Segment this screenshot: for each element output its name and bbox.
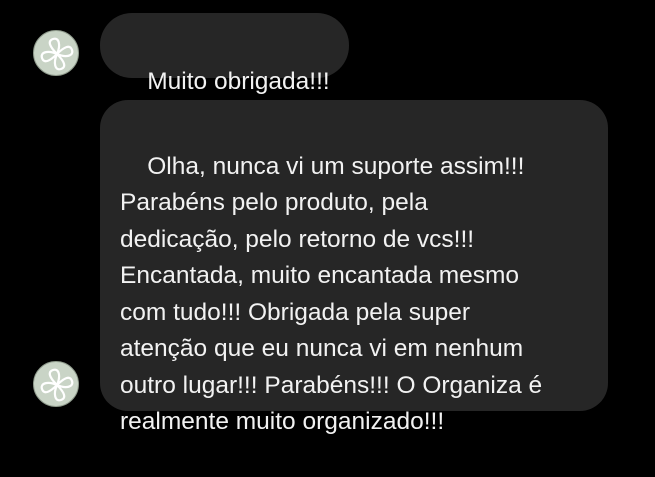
message-text: Muito obrigada!!! (147, 67, 330, 95)
message-bubble[interactable]: Olha, nunca vi um suporte assim!!! Parab… (100, 100, 608, 435)
leaf-logo-icon (40, 37, 74, 71)
message-text: Olha, nunca vi um suporte assim!!! Parab… (120, 152, 543, 436)
avatar[interactable] (33, 361, 79, 407)
leaf-logo-icon (40, 368, 74, 402)
avatar[interactable] (33, 30, 79, 76)
message-bubble[interactable]: Muito obrigada!!! (100, 13, 349, 95)
